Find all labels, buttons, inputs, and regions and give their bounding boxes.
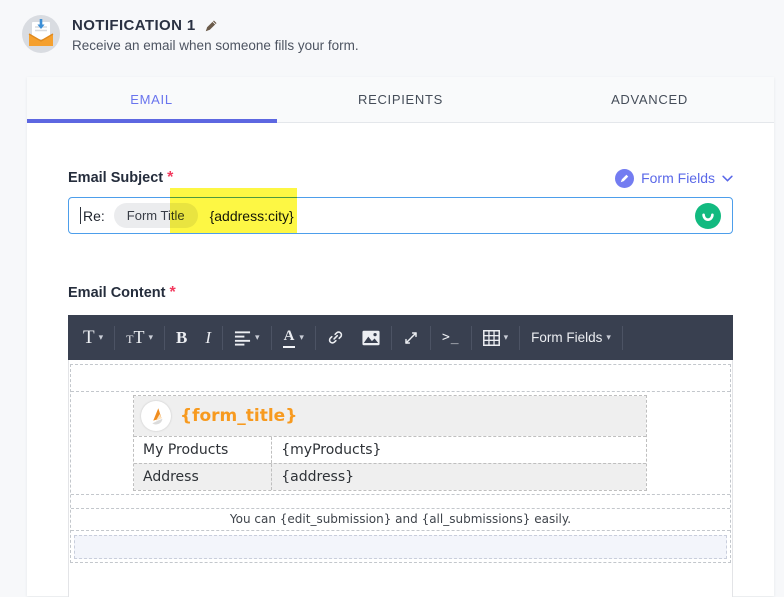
pencil-icon <box>205 19 217 31</box>
table-button[interactable]: ▾ <box>474 315 518 360</box>
notification-header: NOTIFICATION 1 Receive an email when som… <box>22 15 359 53</box>
footer-row <box>71 531 730 562</box>
form-title-chip[interactable]: Form Title <box>113 203 198 228</box>
saved-status-indicator <box>695 202 721 229</box>
spacer-row <box>71 365 730 392</box>
editor-toolbar: T ▾ TT ▾ B I ▾ A ▾ >_ ▾ Form Fields ▾ <box>68 315 733 360</box>
required-asterisk: * <box>169 284 176 301</box>
toolbar-separator <box>314 325 316 350</box>
email-content-editor[interactable]: {form_title} My Products {myProducts} Ad… <box>68 360 733 597</box>
toolbar-separator <box>270 325 272 350</box>
tab-recipients[interactable]: RECIPIENTS <box>276 77 525 122</box>
jotform-logo <box>141 401 171 431</box>
submission-links-note: You can {edit_submission} and {all_submi… <box>71 509 730 531</box>
chevron-down-icon <box>722 175 733 182</box>
notification-title: NOTIFICATION 1 <box>72 17 196 34</box>
table-row: My Products {myProducts} <box>134 436 646 463</box>
font-family-button[interactable]: T ▾ <box>74 315 112 360</box>
toolbar-separator <box>164 325 166 350</box>
tab-advanced[interactable]: ADVANCED <box>525 77 774 122</box>
text-caret <box>80 207 81 224</box>
toolbar-separator <box>470 325 472 350</box>
tabbar: EMAIL RECIPIENTS ADVANCED <box>27 77 774 123</box>
form-fields-label: Form Fields <box>641 170 715 186</box>
tab-email[interactable]: EMAIL <box>27 77 276 122</box>
toolbar-separator <box>222 325 224 350</box>
address-city-token: {address:city} <box>209 207 294 224</box>
email-subject-input[interactable]: Re: Form Title {address:city} <box>68 197 733 234</box>
link-icon <box>328 331 343 344</box>
link-button[interactable] <box>318 315 353 360</box>
edit-title-button[interactable] <box>204 19 218 33</box>
form-fields-pencil-badge <box>615 168 635 188</box>
email-header-row: {form_title} <box>134 396 646 436</box>
font-size-button[interactable]: TT ▾ <box>117 315 162 360</box>
active-tab-underline <box>27 119 278 123</box>
subject-prefix-text: Re: <box>83 207 105 224</box>
font-color-button[interactable]: A ▾ <box>274 315 313 360</box>
email-content-label: Email Content * <box>68 284 176 301</box>
pencil-icon <box>620 174 629 182</box>
footer-block <box>74 535 727 559</box>
email-download-icon <box>28 19 54 46</box>
email-body-block: {form_title} My Products {myProducts} Ad… <box>70 364 731 563</box>
toolbar-form-fields-button[interactable]: Form Fields ▾ <box>522 315 620 360</box>
required-asterisk: * <box>167 169 174 186</box>
source-code-button[interactable]: >_ <box>433 315 469 360</box>
toolbar-separator <box>519 325 521 350</box>
email-subject-label: Email Subject * <box>68 169 174 186</box>
email-table-zone: {form_title} My Products {myProducts} Ad… <box>71 392 730 495</box>
image-icon <box>362 330 380 345</box>
bold-button[interactable]: B <box>167 315 196 360</box>
italic-button[interactable]: I <box>196 315 220 360</box>
table-icon <box>482 329 500 346</box>
toolbar-separator <box>114 325 116 350</box>
saved-check-icon <box>695 202 721 229</box>
toolbar-separator <box>621 325 623 350</box>
notification-avatar <box>22 15 60 53</box>
form-fields-dropdown[interactable]: Form Fields <box>615 168 733 188</box>
toolbar-separator <box>390 325 392 350</box>
toolbar-separator <box>429 325 431 350</box>
email-preview-table: {form_title} My Products {myProducts} Ad… <box>133 395 647 491</box>
pencil-logo-icon <box>152 408 163 425</box>
notification-subtitle: Receive an email when someone fills your… <box>72 38 359 53</box>
image-button[interactable] <box>353 315 389 360</box>
form-title-token: {form_title} <box>180 406 298 426</box>
table-row: Address {address} <box>134 463 646 490</box>
expand-button[interactable] <box>394 315 428 360</box>
spacer-row <box>71 495 730 509</box>
expand-icon <box>405 331 417 344</box>
align-button[interactable]: ▾ <box>225 315 269 360</box>
notification-settings-card: EMAIL RECIPIENTS ADVANCED Email Subject *… <box>27 77 774 597</box>
align-left-icon <box>234 330 251 346</box>
